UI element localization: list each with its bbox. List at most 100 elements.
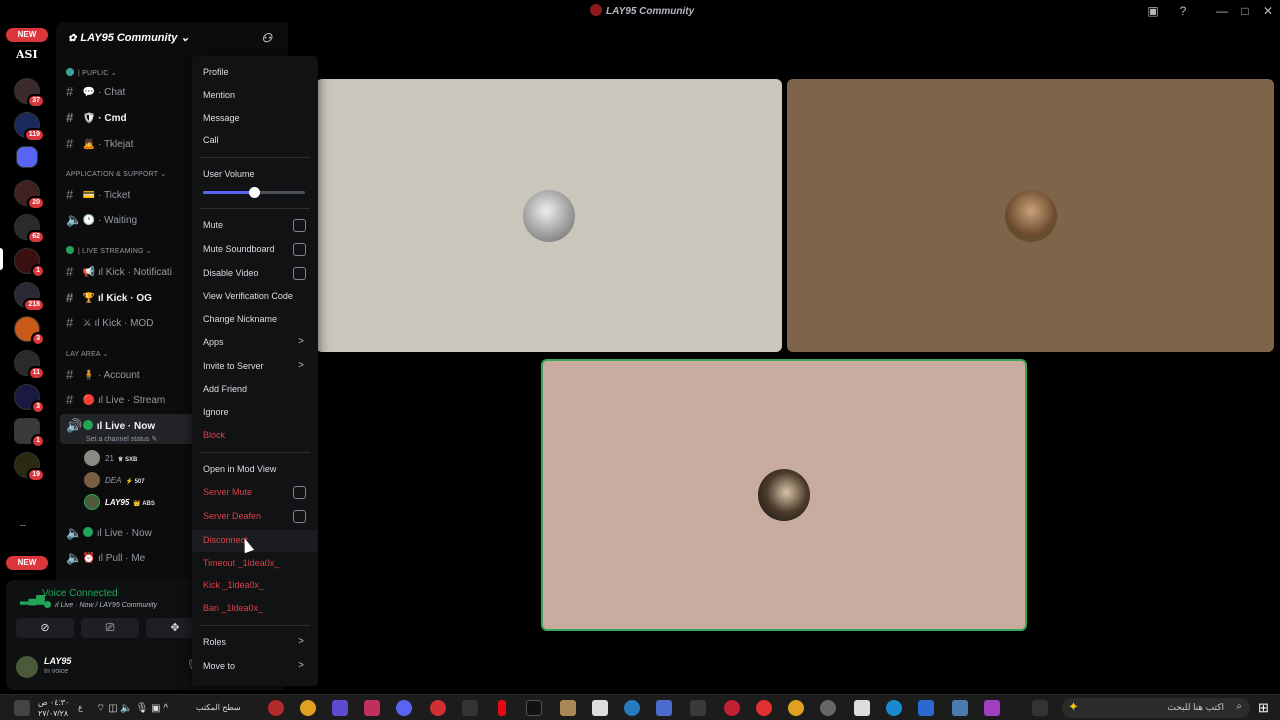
app-icon[interactable] xyxy=(364,700,380,716)
menu-item-roles[interactable]: Roles > xyxy=(192,632,318,654)
maximize-button[interactable]: □ xyxy=(1237,3,1253,19)
user-volume-slider[interactable] xyxy=(203,187,305,198)
channel-kick-notifications[interactable]: # 📢 ıl Kick · Notificati xyxy=(60,260,196,282)
tray-icons[interactable]: ⌔ ◫ 🔈 🎙 ▣ ^ xyxy=(96,702,168,715)
menu-item-add-friend[interactable]: Add Friend xyxy=(192,379,318,401)
channel-cmd[interactable]: # 🛡 · Cmd xyxy=(60,106,196,128)
app-icon[interactable] xyxy=(854,700,870,716)
server-icon[interactable]: 19 xyxy=(14,452,45,482)
channel-ticket[interactable]: # 💳 · Ticket xyxy=(60,183,196,205)
close-button[interactable]: ✕ xyxy=(1260,3,1276,19)
checkbox[interactable] xyxy=(293,486,306,499)
voice-channel-path[interactable]: ıl Live · Now / LAY95 Community xyxy=(44,601,157,609)
server-icon[interactable]: 3 xyxy=(14,316,45,346)
channel-account[interactable]: # 🧍 · Account xyxy=(60,363,196,385)
desktop-label[interactable]: سطح المكتب xyxy=(196,703,241,712)
category-public[interactable]: | PUPLIC ⌄ xyxy=(66,68,117,77)
netflix-icon[interactable] xyxy=(498,700,506,716)
app-icon[interactable] xyxy=(592,700,608,716)
app-icon[interactable] xyxy=(462,700,478,716)
minimize-button[interactable]: — xyxy=(1214,3,1230,19)
taskbar-search-input[interactable]: اكتب هنا للبحث ⌕ xyxy=(1062,698,1250,718)
menu-item-server-deafen[interactable]: Server Deafen xyxy=(192,506,318,528)
app-icon[interactable] xyxy=(560,700,576,716)
clock-time[interactable]: ٠٤:٣٠ ص xyxy=(38,698,69,707)
menu-item-change-nickname[interactable]: Change Nickname xyxy=(192,309,318,331)
server-asi-label[interactable]: ASI xyxy=(16,48,38,61)
category-application-support[interactable]: APPLICATION & SUPPORT ⌄ xyxy=(66,170,166,178)
camera-off-button[interactable]: ⊘ xyxy=(16,618,74,638)
menu-item-profile[interactable]: Profile xyxy=(192,62,318,84)
checkbox[interactable] xyxy=(293,510,306,523)
app-icon[interactable] xyxy=(820,700,836,716)
clock-date[interactable]: ٢٧/٠٧/٢٨ xyxy=(38,709,68,718)
menu-item-mute[interactable]: Mute xyxy=(192,215,318,237)
server-icon[interactable]: 119 xyxy=(14,112,45,142)
category-lay-area[interactable]: LAY AREA ⌄ xyxy=(66,350,109,358)
chrome-icon[interactable] xyxy=(788,700,804,716)
app-icon[interactable] xyxy=(952,700,968,716)
new-badge[interactable]: NEW xyxy=(6,28,48,42)
menu-item-move-to[interactable]: Move to > xyxy=(192,656,318,678)
channel-kick-og[interactable]: # 🏆 ıl Kick · OG xyxy=(60,286,196,308)
app-icon[interactable] xyxy=(656,700,672,716)
app-icon[interactable] xyxy=(268,700,284,716)
new-badge[interactable]: NEW xyxy=(6,556,48,570)
app-icon[interactable] xyxy=(430,700,446,716)
discord-icon[interactable] xyxy=(396,700,412,716)
language-indicator[interactable]: ع xyxy=(78,703,83,712)
app-icon[interactable] xyxy=(624,700,640,716)
channel-live-stream[interactable]: # 🔴 ıl Live · Stream xyxy=(60,388,196,410)
menu-item-open-mod-view[interactable]: Open in Mod View xyxy=(192,459,318,481)
checkbox[interactable] xyxy=(293,243,306,256)
server-icon[interactable]: 62 xyxy=(14,214,45,244)
menu-item-kick[interactable]: Kick _1ldea0x_ xyxy=(192,575,318,597)
menu-item-mute-soundboard[interactable]: Mute Soundboard xyxy=(192,239,318,261)
notification-icon[interactable] xyxy=(14,700,30,716)
channel-waiting[interactable]: 🔈 🕐 · Waiting xyxy=(60,208,196,230)
server-icon[interactable]: 218 xyxy=(14,282,45,312)
menu-item-apps[interactable]: Apps > xyxy=(192,332,318,354)
channel-status[interactable]: Set a channel status ✎ xyxy=(86,435,190,443)
volume-thumb[interactable] xyxy=(249,187,260,198)
menu-item-ignore[interactable]: Ignore xyxy=(192,402,318,424)
channel-live-now-2[interactable]: 🔈 ıl Live · Now xyxy=(60,521,196,543)
menu-item-disconnect[interactable]: Disconnect xyxy=(192,530,318,552)
person-add-icon[interactable]: ⚇ xyxy=(261,31,272,45)
menu-item-ban[interactable]: Ban _1ldea0x_ xyxy=(192,598,318,620)
menu-item-timeout[interactable]: Timeout _1ldea0x_ xyxy=(192,553,318,575)
server-icon[interactable]: 1 xyxy=(14,248,45,278)
server-icon[interactable]: 11 xyxy=(14,350,45,380)
task-view-icon[interactable] xyxy=(1032,700,1048,716)
app-icon[interactable] xyxy=(690,700,706,716)
menu-item-invite-to-server[interactable]: Invite to Server > xyxy=(192,356,318,378)
channel-chat[interactable]: # 💬 · Chat xyxy=(60,80,196,102)
channel-live-now-active[interactable]: 🔊 ıl Live · Now Set a channel status ✎ xyxy=(60,414,196,444)
video-tile[interactable] xyxy=(316,79,782,352)
checkbox[interactable] xyxy=(293,219,306,232)
tiktok-icon[interactable] xyxy=(526,700,542,716)
video-tile[interactable] xyxy=(787,79,1274,352)
server-header[interactable]: ✿ LAY95 Community ⌄ ⚇ xyxy=(56,22,288,54)
menu-item-call[interactable]: Call xyxy=(192,130,318,152)
folder-icon[interactable] xyxy=(16,146,38,168)
checkbox[interactable] xyxy=(293,267,306,280)
app-icon[interactable] xyxy=(332,700,348,716)
server-icon[interactable]: 37 xyxy=(14,78,45,108)
video-tile-speaking[interactable] xyxy=(541,359,1027,631)
menu-item-mention[interactable]: Mention xyxy=(192,85,318,107)
voice-user[interactable]: 21 ♕ SXB xyxy=(84,450,137,468)
channel-pull-me[interactable]: 🔈 ⏰ ıl Pull · Me xyxy=(60,546,196,568)
mail-icon[interactable] xyxy=(918,700,934,716)
category-live-streaming[interactable]: | LIVE STREAMING ⌄ xyxy=(66,246,152,255)
server-icon[interactable]: 1 xyxy=(14,418,45,448)
voice-user[interactable]: LAY95 👑 ABS xyxy=(84,494,155,512)
voice-user[interactable]: DEA ⚡ 507 xyxy=(84,472,145,490)
app-icon[interactable] xyxy=(724,700,740,716)
more-servers-label[interactable]: -- xyxy=(20,520,26,530)
menu-item-block[interactable]: Block xyxy=(192,425,318,447)
menu-item-view-verification-code[interactable]: View Verification Code xyxy=(192,286,318,308)
menu-item-disable-video[interactable]: Disable Video xyxy=(192,263,318,285)
inbox-icon[interactable]: ▣ xyxy=(1145,3,1161,19)
channel-tklejat[interactable]: # 🙇 · Tklejat xyxy=(60,132,196,154)
